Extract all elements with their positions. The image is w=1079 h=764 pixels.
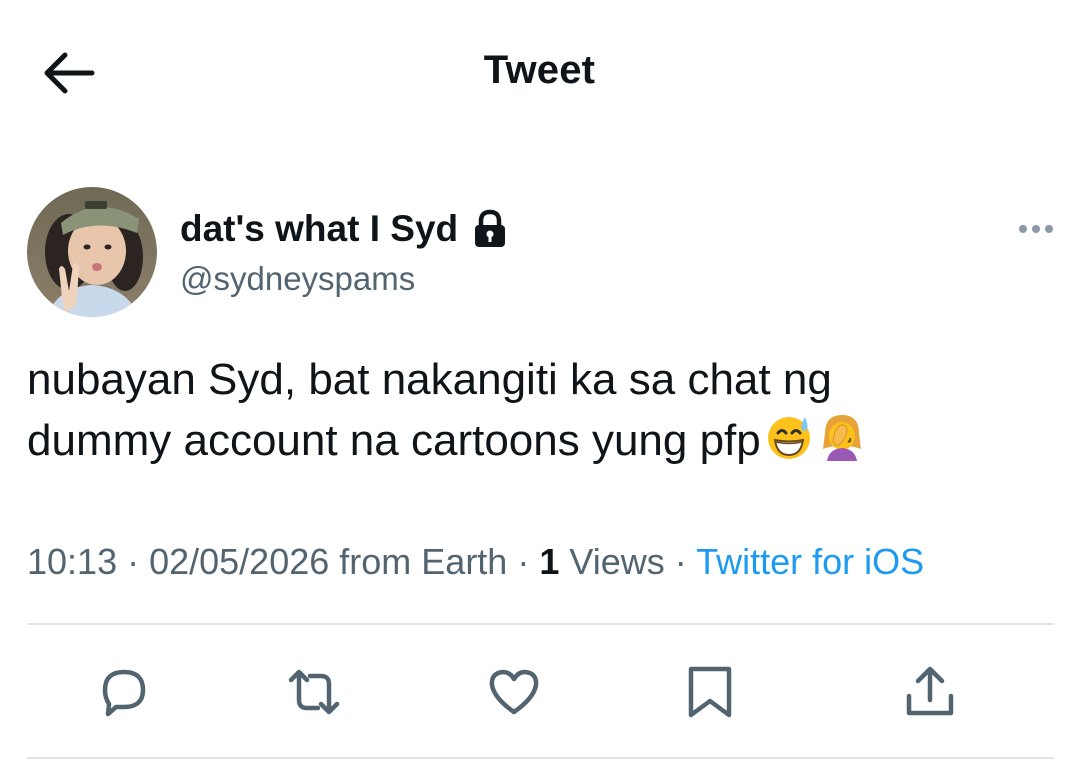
meta-separator: · [507,541,540,582]
tweet-time: 10:13 [27,541,118,582]
divider [27,623,1054,625]
meta-separator: · [117,541,150,582]
tweet-metadata: 10:13 · 02/05/2026 from Earth · 1 Views … [27,541,924,583]
tweet-text-line-2: dummy account na cartoons yung pfp [27,410,1047,477]
tweet-location: from Earth [329,541,508,582]
page-title: Tweet [483,48,596,92]
avatar[interactable] [27,187,157,317]
share-icon[interactable] [902,664,958,720]
views-count[interactable]: 1 [539,541,559,582]
grinning-face-with-sweat-emoji-icon [765,413,813,477]
author-display-name: dat's what I Syd [180,208,508,250]
bookmark-icon[interactable] [682,664,738,720]
tweet-source-link[interactable]: Twitter for iOS [696,541,924,582]
divider [27,757,1054,759]
woman-facepalming-emoji-icon [817,411,867,477]
tweet-date: 02/05/2026 [149,541,330,582]
display-name-text[interactable]: dat's what I Syd [180,208,458,250]
tweet-text: nubayan Syd, bat nakangiti ka sa chat ng… [27,349,1047,477]
meta-separator: · [664,541,697,582]
retweet-icon[interactable] [286,664,342,720]
more-options-icon[interactable] [1015,214,1057,244]
tweet-text-line-1: nubayan Syd, bat nakangiti ka sa chat ng [27,355,832,404]
top-bar: Tweet [0,0,1079,140]
author-handle[interactable]: @sydneyspams [180,260,415,298]
like-icon[interactable] [486,664,542,720]
lock-icon [475,209,506,247]
tweet-text-line-2-text: dummy account na cartoons yung pfp [27,416,761,465]
reply-icon[interactable] [96,664,152,720]
views-label[interactable]: Views [559,541,664,582]
